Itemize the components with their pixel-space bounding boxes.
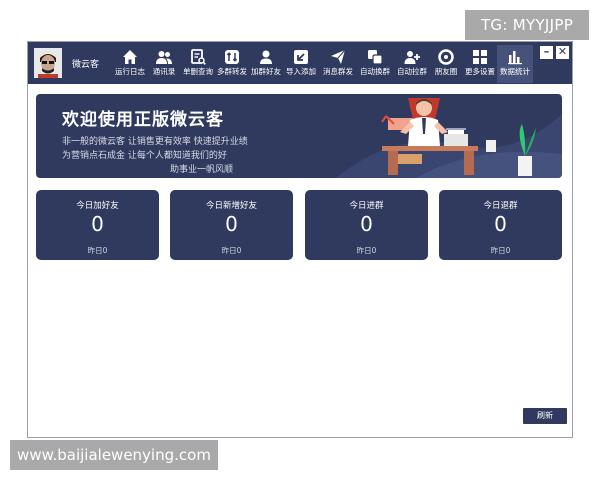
stat-yesterday: 昨日0 — [356, 246, 377, 255]
tool-label: 消息群发 — [323, 67, 353, 76]
home-icon — [123, 50, 137, 64]
tool-label: 导入添加 — [286, 67, 316, 76]
tool-multi-forward[interactable]: 多群转发 — [214, 45, 250, 83]
avatar[interactable] — [34, 48, 62, 78]
office-worker-illustration — [336, 98, 562, 178]
tool-label: 运行日志 — [115, 67, 145, 76]
bar-chart-icon — [508, 51, 522, 65]
watermark-bottom: www.baijialewenying.com — [10, 440, 218, 470]
tool-label: 朋友圈 — [434, 67, 458, 76]
banner-title: 欢迎使用正版微云客 — [62, 110, 224, 130]
avatar-image — [34, 48, 62, 78]
tool-contacts[interactable]: 通讯录 — [146, 45, 182, 83]
toolbar: 微云客 运行日志 通讯录 单删查询 多群转发 加群好友 导入添加 消息群发 自动… — [28, 42, 572, 84]
stat-title: 今日退群 — [483, 201, 518, 211]
contacts-icon — [156, 51, 172, 64]
banner-slogan-line1: 非一般的微云客 让销售更有效率 快速提升业绩 — [62, 137, 248, 147]
tool-more-settings[interactable]: 更多设置 — [462, 45, 498, 83]
banner-slogan-line3: 助事业一帆风顺 — [170, 165, 234, 175]
stat-value: 0 — [91, 212, 104, 236]
tool-label: 通讯录 — [152, 67, 176, 76]
stat-value: 0 — [360, 212, 373, 236]
stat-value: 0 — [225, 212, 238, 236]
app-name: 微云客 — [72, 60, 100, 70]
stat-yesterday: 昨日0 — [87, 246, 108, 255]
tool-label: 加群好友 — [251, 67, 281, 76]
stat-card-today-add-friends: 今日加好友 0 昨日0 — [36, 190, 159, 260]
minimize-button[interactable]: – — [540, 46, 553, 59]
tool-delete-check[interactable]: 单删查询 — [180, 45, 216, 83]
tool-add-group-friend[interactable]: 加群好友 — [248, 45, 284, 83]
forward-icon — [225, 50, 239, 64]
stat-value: 0 — [494, 212, 507, 236]
app-window: 微云客 运行日志 通讯录 单删查询 多群转发 加群好友 导入添加 消息群发 自动… — [27, 41, 573, 438]
import-icon — [294, 50, 308, 64]
tool-label: 多群转发 — [217, 67, 247, 76]
stat-yesterday: 昨日0 — [221, 246, 242, 255]
stat-card-today-join-group: 今日进群 0 昨日0 — [305, 190, 428, 260]
tool-auto-switch-group[interactable]: 自动换群 — [357, 45, 393, 83]
moments-icon — [438, 49, 454, 65]
banner-slogan-line2: 为营销点石成金 让每个人都知道我们的好 — [62, 151, 227, 161]
tool-data-statistics[interactable]: 数据统计 — [497, 45, 533, 83]
stat-title: 今日加好友 — [76, 201, 119, 211]
tool-label: 自动换群 — [360, 67, 390, 76]
tool-mass-message[interactable]: 消息群发 — [320, 45, 356, 83]
grid-icon — [473, 50, 487, 64]
stat-card-today-new-friends: 今日新增好友 0 昨日0 — [170, 190, 293, 260]
stat-yesterday: 昨日0 — [490, 246, 511, 255]
close-button[interactable]: ✕ — [556, 46, 569, 59]
stat-card-today-leave-group: 今日退群 0 昨日0 — [439, 190, 562, 260]
stat-title: 今日新增好友 — [205, 201, 257, 211]
tool-label: 自动拉群 — [397, 67, 427, 76]
stat-title: 今日进群 — [349, 201, 384, 211]
watermark-top: TG: MYYJJPP — [465, 10, 589, 40]
tool-import-add[interactable]: 导入添加 — [283, 45, 319, 83]
welcome-banner: 欢迎使用正版微云客 非一般的微云客 让销售更有效率 快速提升业绩 为营销点石成金… — [36, 94, 562, 178]
tool-auto-pull-group[interactable]: 自动拉群 — [394, 45, 430, 83]
tool-moments[interactable]: 朋友圈 — [428, 45, 464, 83]
tool-run-log[interactable]: 运行日志 — [112, 45, 148, 83]
refresh-button[interactable]: 刷新 — [523, 408, 567, 424]
document-search-icon — [191, 49, 206, 65]
switch-group-icon — [368, 50, 383, 65]
send-icon — [331, 49, 346, 64]
add-friend-icon — [260, 50, 272, 64]
tool-label: 单删查询 — [183, 67, 213, 76]
tool-label: 更多设置 — [465, 67, 495, 76]
pull-group-icon — [404, 51, 420, 64]
tool-label: 数据统计 — [500, 67, 530, 76]
